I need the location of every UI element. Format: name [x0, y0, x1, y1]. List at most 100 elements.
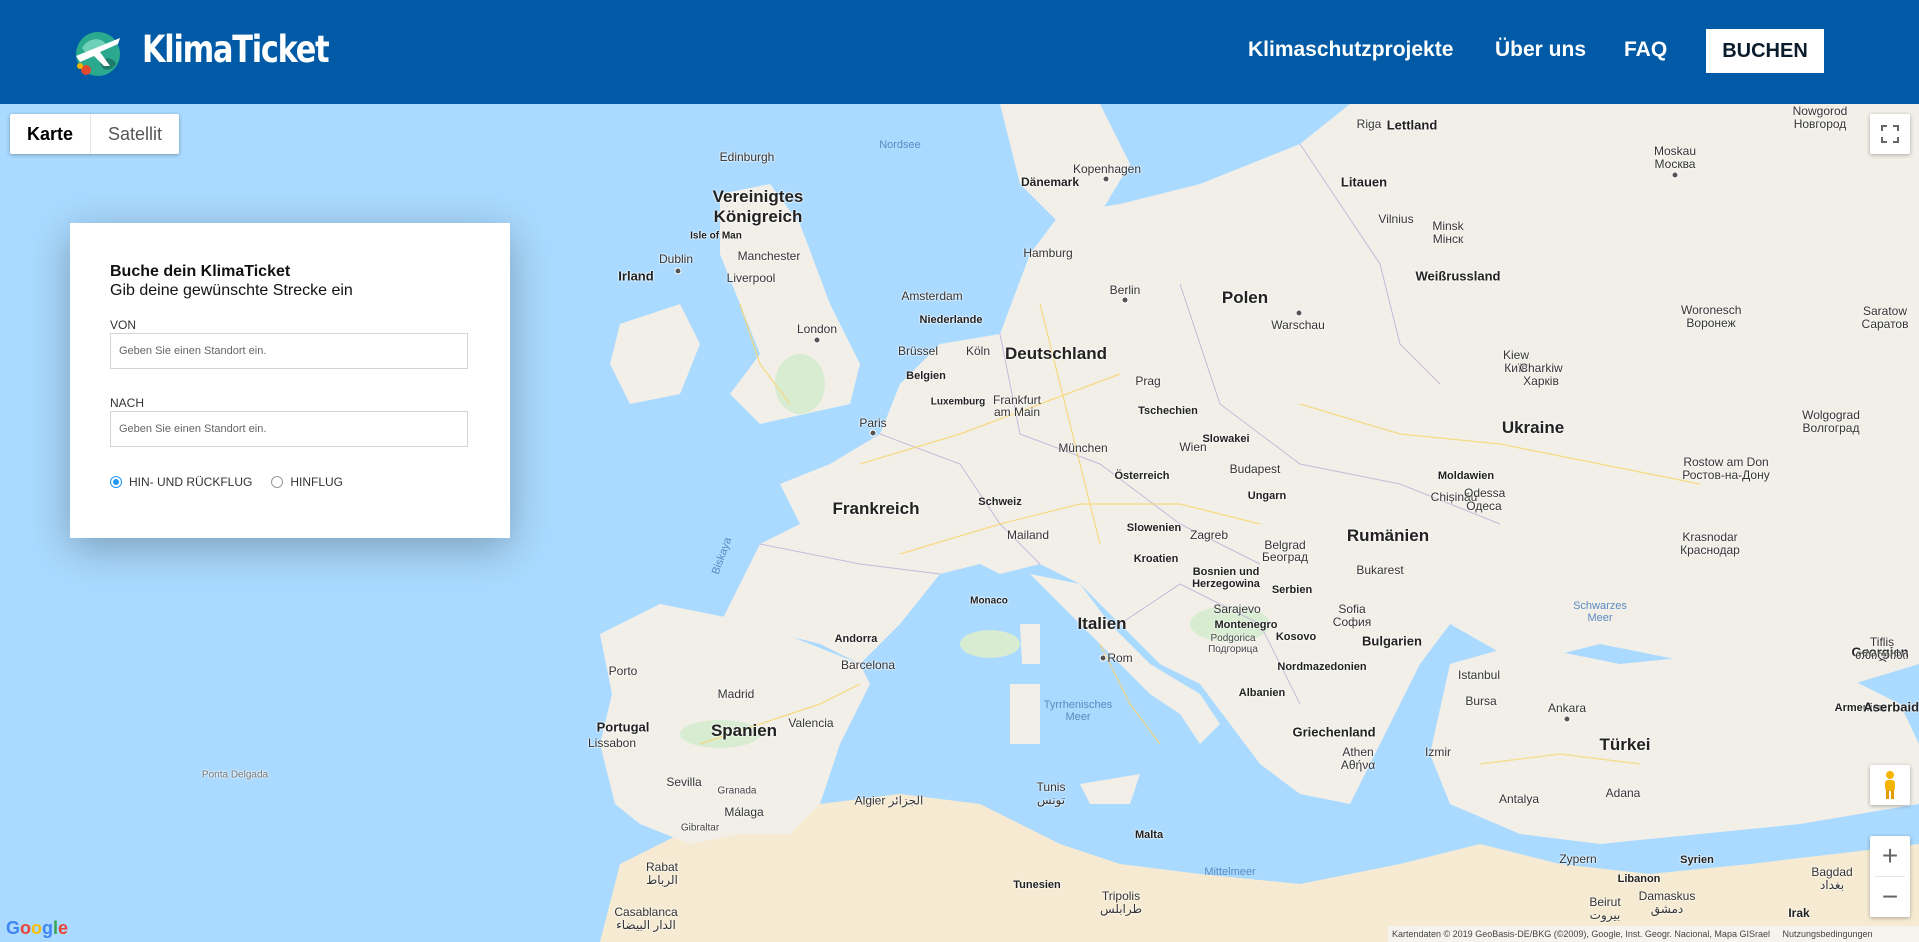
street-view-pegman[interactable]	[1870, 765, 1910, 805]
nav-faq[interactable]: FAQ	[1624, 38, 1667, 62]
pegman-icon	[1885, 771, 1895, 799]
city-label: Damaskus دمشق	[1638, 889, 1696, 916]
sea-label: Mittelmeer	[1204, 866, 1256, 878]
country-label: Nordmazedonien	[1277, 661, 1367, 673]
city-label: Wien	[1179, 440, 1207, 454]
city-label: Zagreb	[1189, 528, 1229, 542]
country-label: Slowakei	[1202, 433, 1250, 445]
country-label: Albanien	[1238, 687, 1286, 699]
city-label: Riga	[1356, 117, 1382, 131]
city-label: Krasnodar Краснодар	[1680, 530, 1740, 557]
country-label: Vereinigtes Königreich	[712, 187, 804, 226]
terms-link[interactable]: Nutzungsbedingungen	[1782, 929, 1872, 939]
map-type-karte-button[interactable]: Karte	[10, 114, 92, 154]
sea-label: Nordsee	[879, 139, 921, 151]
country-label: Ungarn	[1247, 490, 1287, 502]
city-label: Athen Αθήνα	[1340, 745, 1376, 772]
city-label: Amsterdam	[901, 289, 963, 303]
zoom-in-icon[interactable]: +	[1870, 836, 1910, 876]
city-label: Saratow Саратов	[1861, 304, 1909, 331]
city-label: Manchester	[737, 249, 801, 263]
zoom-out-icon[interactable]: −	[1870, 877, 1910, 917]
roundtrip-radio[interactable]	[110, 476, 122, 488]
city-dot	[1121, 296, 1129, 304]
map-type-satellite-button[interactable]: Satellit	[91, 114, 179, 154]
city-dot	[1295, 309, 1303, 317]
country-label: Aserbaidschan	[1863, 699, 1919, 715]
country-label: Monaco	[970, 595, 1008, 607]
oneway-label[interactable]: HINFLUG	[290, 475, 343, 489]
city-label: Prag	[1135, 374, 1161, 388]
city-label: Edinburgh	[719, 150, 775, 164]
from-input[interactable]	[110, 333, 468, 369]
city-label: Brüssel	[897, 344, 939, 358]
city-label: Rostow am Don Ростов-на-Дону	[1682, 455, 1770, 482]
country-label: Luxemburg	[930, 396, 986, 408]
city-label: Kopenhagen	[1072, 162, 1142, 176]
city-label: Lissabon	[587, 736, 637, 750]
city-dot	[1671, 171, 1679, 179]
city-label: Charkiw Харків	[1519, 361, 1563, 388]
country-label: Bulgarien	[1362, 633, 1422, 649]
city-label: Paris	[859, 416, 887, 430]
country-label: Lettland	[1386, 117, 1438, 133]
fullscreen-icon	[1881, 125, 1899, 143]
site-header: KlimaTicket Klimaschutzprojekte Über uns…	[0, 0, 1919, 104]
country-label: Belgien	[906, 370, 946, 382]
city-dot	[813, 336, 821, 344]
sea-label: Tyrrhenisches Meer	[1043, 699, 1113, 723]
city-label: Málaga	[724, 805, 764, 819]
to-input[interactable]	[110, 411, 468, 447]
city-label: Tunis تونس	[1036, 780, 1066, 807]
nav-klimaschutzprojekte[interactable]: Klimaschutzprojekte	[1248, 38, 1453, 62]
map-type-control: Karte Satellit	[10, 114, 180, 154]
booking-title: Buche dein KlimaTicket	[110, 263, 291, 280]
zoom-control: + −	[1870, 836, 1910, 917]
city-label: Ankara	[1547, 701, 1587, 715]
city-label: Warschau	[1271, 318, 1325, 332]
country-label: Irak	[1788, 906, 1810, 920]
nav-ueber-uns[interactable]: Über uns	[1495, 38, 1586, 62]
country-label: Österreich	[1114, 470, 1170, 482]
country-label: Kroatien	[1133, 553, 1179, 565]
city-label: Bagdad بغداد	[1811, 865, 1853, 892]
oneway-radio[interactable]	[271, 476, 284, 488]
fullscreen-button[interactable]	[1870, 114, 1910, 154]
city-label: Ponta Delgada	[201, 769, 269, 781]
city-label: Granada	[717, 785, 757, 797]
country-label: Malta	[1134, 829, 1164, 841]
city-label: Rom	[1107, 651, 1133, 665]
city-label: Sofia София	[1332, 602, 1372, 629]
country-label: Andorra	[834, 633, 878, 645]
country-label: Niederlande	[919, 314, 983, 326]
city-label: Odessa Одеса	[1464, 486, 1506, 513]
city-label: Dublin	[658, 252, 694, 266]
country-label: Deutschland	[1004, 344, 1108, 363]
city-label: München	[1058, 441, 1108, 455]
attribution-data: Kartendaten © 2019 GeoBasis-DE/BKG (©200…	[1392, 929, 1770, 939]
roundtrip-label[interactable]: HIN- UND RÜCKFLUG	[129, 475, 252, 489]
city-label: Wolgograd Волгоград	[1802, 408, 1860, 435]
city-label: Gibraltar	[680, 822, 720, 834]
klimaticket-logo-icon[interactable]	[70, 26, 126, 78]
city-label: Hamburg	[1023, 246, 1073, 260]
city-label: Woronesch Воронеж	[1681, 303, 1742, 330]
city-label: Rabat الرباط	[645, 860, 679, 887]
country-label: Moldawien	[1437, 470, 1495, 482]
country-label: Italien	[1077, 614, 1127, 633]
city-label: Barcelona	[840, 658, 896, 672]
city-label: Köln	[965, 344, 991, 358]
city-label: Podgorica Подгорица	[1208, 633, 1258, 655]
brand-name[interactable]: KlimaTicket	[142, 28, 330, 71]
trip-type-options: HIN- UND RÜCKFLUG HINFLUG	[110, 475, 362, 489]
buchen-button[interactable]: BUCHEN	[1706, 29, 1824, 73]
city-label: Tripolis طرابلس	[1099, 889, 1143, 916]
city-label: Beirut بيروت	[1589, 895, 1621, 922]
to-label: NACH	[110, 396, 145, 410]
country-label: Litauen	[1340, 174, 1388, 190]
city-label: Sarajevo	[1213, 602, 1261, 616]
country-label: Polen	[1221, 288, 1269, 307]
country-label: Slowenien	[1126, 522, 1182, 534]
city-label: Liverpool	[726, 271, 776, 285]
google-logo[interactable]: Google	[6, 918, 68, 939]
